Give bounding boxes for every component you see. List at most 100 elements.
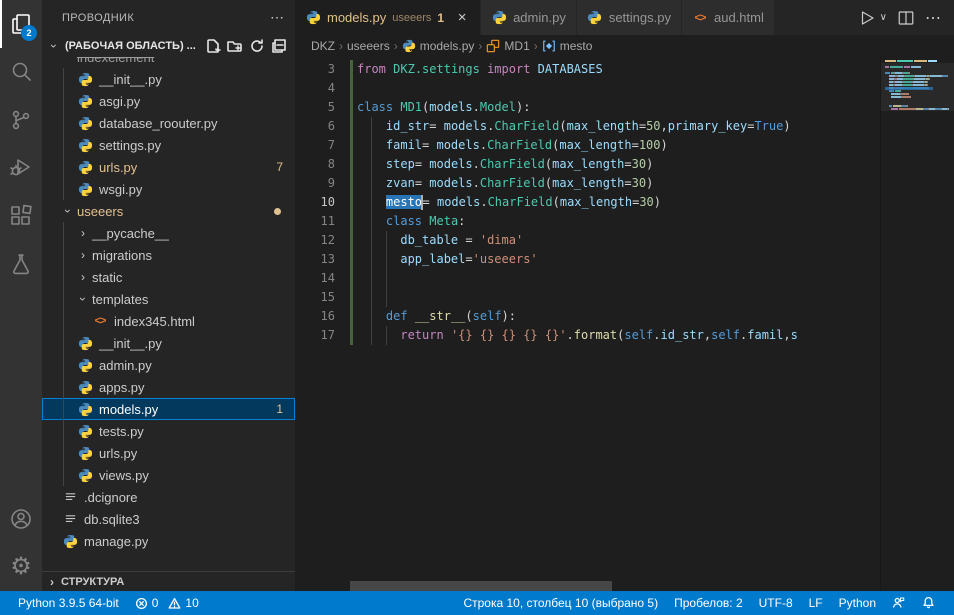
tree-item-templates[interactable]: ›templates (42, 288, 295, 310)
tree-item-useeers[interactable]: ›useeers (42, 200, 295, 222)
code-line-9[interactable]: 9 zvan= models.CharField(max_length=30) (295, 174, 880, 193)
problems-status[interactable]: 010 (127, 591, 207, 615)
line-number: 14 (295, 269, 335, 288)
py-file-icon (77, 335, 93, 351)
code-editor[interactable]: 3from DKZ.settings import DATABASES45cla… (295, 57, 954, 591)
vscode-window: 2 ⚙ ПРОВОДНИК ⋯ › (РАБОЧАЯ ОБЛАСТЬ) ... i… (0, 0, 954, 615)
explorer-icon[interactable]: 2 (0, 0, 42, 48)
file-tree: indexelement__init__.pyasgi.pydatabase_r… (42, 57, 295, 591)
more-actions-icon[interactable]: ⋯ (925, 8, 942, 28)
tree-item-urls-py[interactable]: urls.py7 (42, 156, 295, 178)
tree-item-db-sqlite3[interactable]: db.sqlite3 (42, 508, 295, 530)
tree-item-database-roouter-py[interactable]: database_roouter.py (42, 112, 295, 134)
tree-item-wsgi-py[interactable]: wsgi.py (42, 178, 295, 200)
tab-settings-py[interactable]: settings.py (577, 0, 682, 35)
language-mode-status[interactable]: Python (831, 591, 884, 615)
account-icon[interactable] (0, 495, 42, 543)
code-lines[interactable]: 3from DKZ.settings import DATABASES45cla… (295, 60, 880, 591)
code-line-14[interactable]: 14 (295, 269, 880, 288)
main-area: 2 ⚙ ПРОВОДНИК ⋯ › (РАБОЧАЯ ОБЛАСТЬ) ... i… (0, 0, 954, 591)
horizontal-scrollbar[interactable] (350, 581, 612, 591)
split-editor-button[interactable] (897, 9, 915, 27)
breadcrumb-dkz[interactable]: DKZ (311, 39, 335, 53)
tree-item-manage-py[interactable]: manage.py (42, 530, 295, 552)
workspace-section-header[interactable]: › (РАБОЧАЯ ОБЛАСТЬ) ... (42, 35, 295, 57)
indentation-status[interactable]: Пробелов: 2 (666, 591, 751, 615)
class-symbol-icon (486, 39, 500, 53)
tree-item-models-py[interactable]: models.py1 (42, 398, 295, 420)
tree-item-migrations[interactable]: ›migrations (42, 244, 295, 266)
eol-status[interactable]: LF (801, 591, 831, 615)
breadcrumb-models-py[interactable]: models.py (402, 39, 475, 53)
code-line-13[interactable]: 13 app_label='useeers' (295, 250, 880, 269)
encoding-status[interactable]: UTF-8 (751, 591, 801, 615)
line-number: 13 (295, 250, 335, 269)
chevron-down-icon: › (61, 205, 75, 217)
new-folder-icon[interactable] (227, 38, 243, 54)
explorer-sidebar: ПРОВОДНИК ⋯ › (РАБОЧАЯ ОБЛАСТЬ) ... inde… (42, 0, 295, 591)
breadcrumb-md1[interactable]: MD1 (486, 39, 529, 53)
tree-item--dcignore[interactable]: .dcignore (42, 486, 295, 508)
python-interpreter-status[interactable]: Python 3.9.5 64-bit (10, 591, 127, 615)
close-icon[interactable]: × (454, 9, 470, 26)
file-file-icon (62, 489, 78, 505)
feedback-icon[interactable] (884, 591, 914, 615)
tree-item-apps-py[interactable]: apps.py (42, 376, 295, 398)
code-line-11[interactable]: 11 class Meta: (295, 212, 880, 231)
run-dropdown-chevron-icon[interactable]: ∨ (880, 12, 887, 23)
tab-bar: models.pyuseeers1×admin.pysettings.py<>a… (295, 0, 954, 35)
breadcrumb-useeers[interactable]: useeers (347, 39, 390, 53)
partial-tree-item[interactable]: indexelement (42, 57, 295, 68)
notifications-bell-icon[interactable] (914, 591, 944, 615)
tab-models-py[interactable]: models.pyuseeers1× (295, 0, 481, 35)
code-line-4[interactable]: 4 (295, 79, 880, 98)
status-bar-right: Строка 10, столбец 10 (выбрано 5)Пробело… (455, 591, 944, 615)
tree-item--pycache-[interactable]: ›__pycache__ (42, 222, 295, 244)
outline-section-header[interactable]: › СТРУКТУРА (42, 571, 295, 591)
source-control-icon[interactable] (0, 96, 42, 144)
code-line-7[interactable]: 7 famil= models.CharField(max_length=100… (295, 136, 880, 155)
code-line-16[interactable]: 16 def __str__(self): (295, 307, 880, 326)
tree-item--init-py[interactable]: __init__.py (42, 68, 295, 90)
code-line-6[interactable]: 6 id_str= models.CharField(max_length=50… (295, 117, 880, 136)
code-line-12[interactable]: 12 db_table = 'dima' (295, 231, 880, 250)
run-button[interactable] (858, 9, 876, 27)
cursor-position-status[interactable]: Строка 10, столбец 10 (выбрано 5) (455, 591, 666, 615)
tree-item--init-py[interactable]: __init__.py (42, 332, 295, 354)
breadcrumb-separator: › (478, 39, 482, 53)
code-line-17[interactable]: 17 return '{} {} {} {} {}'.format(self.i… (295, 326, 880, 345)
tree-item-urls-py[interactable]: urls.py (42, 442, 295, 464)
settings-icon[interactable]: ⚙ (0, 543, 42, 591)
breadcrumb-mesto[interactable]: mesto (542, 39, 593, 53)
breadcrumb-separator: › (534, 39, 538, 53)
py-file-icon (77, 159, 93, 175)
tree-item-settings-py[interactable]: settings.py (42, 134, 295, 156)
tree-item-tests-py[interactable]: tests.py (42, 420, 295, 442)
tab-admin-py[interactable]: admin.py (481, 0, 577, 35)
tree-item-views-py[interactable]: views.py (42, 464, 295, 486)
breadcrumb-separator: › (339, 39, 343, 53)
extensions-icon[interactable] (0, 192, 42, 240)
new-file-icon[interactable] (205, 38, 221, 54)
explorer-more-icon[interactable]: ⋯ (270, 9, 285, 26)
explorer-badge: 2 (21, 25, 37, 41)
run-debug-icon[interactable] (0, 144, 42, 192)
tree-item-admin-py[interactable]: admin.py (42, 354, 295, 376)
file-file-icon (62, 511, 78, 527)
tree-item-static[interactable]: ›static (42, 266, 295, 288)
testing-icon[interactable] (0, 240, 42, 288)
tree-item-index345-html[interactable]: <>index345.html (42, 310, 295, 332)
code-line-5[interactable]: 5class MD1(models.Model): (295, 98, 880, 117)
search-icon[interactable] (0, 48, 42, 96)
collapse-all-icon[interactable] (271, 38, 287, 54)
code-line-8[interactable]: 8 step= models.CharField(max_length=30) (295, 155, 880, 174)
minimap[interactable] (880, 57, 954, 591)
tree-item-asgi-py[interactable]: asgi.py (42, 90, 295, 112)
code-line-3[interactable]: 3from DKZ.settings import DATABASES (295, 60, 880, 79)
tab-aud-html[interactable]: <>aud.html (682, 0, 775, 35)
code-line-10[interactable]: 10 mesto= models.CharField(max_length=30… (295, 193, 880, 212)
chevron-down-icon: › (47, 38, 61, 54)
refresh-icon[interactable] (249, 38, 265, 54)
sidebar-title: ПРОВОДНИК (62, 12, 134, 24)
code-line-15[interactable]: 15 (295, 288, 880, 307)
